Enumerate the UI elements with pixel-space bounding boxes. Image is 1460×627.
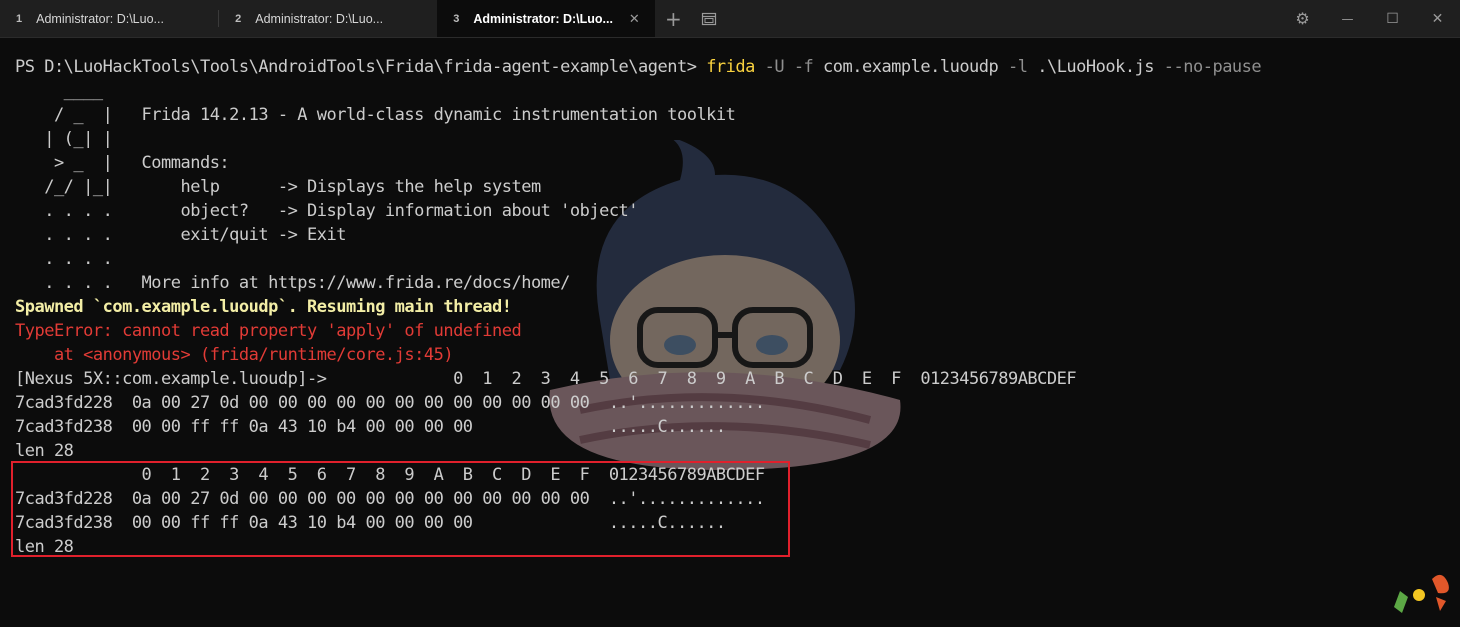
plus-icon: +	[664, 6, 682, 31]
tab-number: 2	[235, 12, 242, 25]
prompt-line: PS D:\LuoHackTools\Tools\AndroidTools\Fr…	[15, 55, 1435, 79]
banner-line: . . . . More info at https://www.frida.r…	[15, 273, 570, 293]
command-arg: com.example.luoudp	[813, 57, 999, 77]
command-arg: -l	[998, 57, 1028, 77]
maximize-button[interactable]: ☐	[1370, 0, 1415, 37]
tab-switcher-icon	[702, 12, 717, 25]
tab-title: Administrator: D:\Luo...	[36, 11, 164, 26]
terminal-window: 1 Administrator: D:\Luo... ✕ 2 Administr…	[0, 0, 1460, 627]
command-arg: .\LuoHook.js	[1027, 57, 1155, 77]
command-name: frida	[706, 57, 755, 77]
tab-number: 1	[16, 12, 23, 25]
banner-line: / _ | Frida 14.2.13 - A world-class dyna…	[15, 105, 736, 125]
command-arg: -U -f	[754, 57, 814, 77]
hexdump-header: [Nexus 5X::com.example.luoudp]-> 0 1 2 3…	[15, 369, 1077, 389]
banner-line: | (_| |	[15, 129, 113, 149]
new-tab-button[interactable]: +	[655, 0, 691, 37]
tab-close-icon[interactable]: ✕	[627, 11, 641, 27]
tab-1[interactable]: 1 Administrator: D:\Luo... ✕	[0, 0, 218, 37]
settings-button[interactable]: ⚙	[1280, 0, 1325, 37]
hexdump-row: 7cad3fd238 00 00 ff ff 0a 43 10 b4 00 00…	[15, 417, 726, 437]
gear-icon: ⚙	[1295, 9, 1310, 28]
tab-bar-spacer	[727, 0, 1280, 37]
banner-line: ____	[15, 81, 103, 101]
error-stack-line: at <anonymous> (frida/runtime/core.js:45…	[15, 345, 454, 365]
banner-line: . . . .	[15, 249, 113, 269]
hexdump-length: len 28	[15, 441, 74, 461]
tab-bar: 1 Administrator: D:\Luo... ✕ 2 Administr…	[0, 0, 1460, 38]
tab-3[interactable]: 3 Administrator: D:\Luo... ✕	[437, 0, 656, 37]
hexdump-row: 7cad3fd228 0a 00 27 0d 00 00 00 00 00 00…	[15, 393, 765, 413]
maximize-icon: ☐	[1386, 10, 1399, 27]
banner-line: . . . . exit/quit -> Exit	[15, 225, 346, 245]
tab-number: 3	[453, 12, 460, 25]
corner-logo-icon	[1394, 574, 1449, 613]
banner-line: /_/ |_| help -> Displays the help system	[15, 177, 541, 197]
close-window-button[interactable]: ✕	[1415, 0, 1460, 37]
tab-title: Administrator: D:\Luo...	[473, 11, 613, 26]
close-icon: ✕	[1431, 10, 1444, 27]
command-arg: --no-pause	[1154, 57, 1262, 77]
prompt-path: PS D:\LuoHackTools\Tools\AndroidTools\Fr…	[15, 57, 707, 77]
highlight-box	[11, 461, 790, 557]
banner-line: > _ | Commands:	[15, 153, 230, 173]
tab-2[interactable]: 2 Administrator: D:\Luo... ✕	[219, 0, 437, 37]
tab-switcher-button[interactable]	[691, 0, 727, 37]
minimize-icon: —	[1341, 11, 1354, 26]
tab-title: Administrator: D:\Luo...	[255, 11, 384, 26]
error-message: TypeError: cannot read property 'apply' …	[15, 321, 522, 341]
banner-line: . . . . object? -> Display information a…	[15, 201, 639, 221]
minimize-button[interactable]: —	[1325, 0, 1370, 37]
spawned-message: Spawned `com.example.luoudp`. Resuming m…	[15, 297, 512, 317]
